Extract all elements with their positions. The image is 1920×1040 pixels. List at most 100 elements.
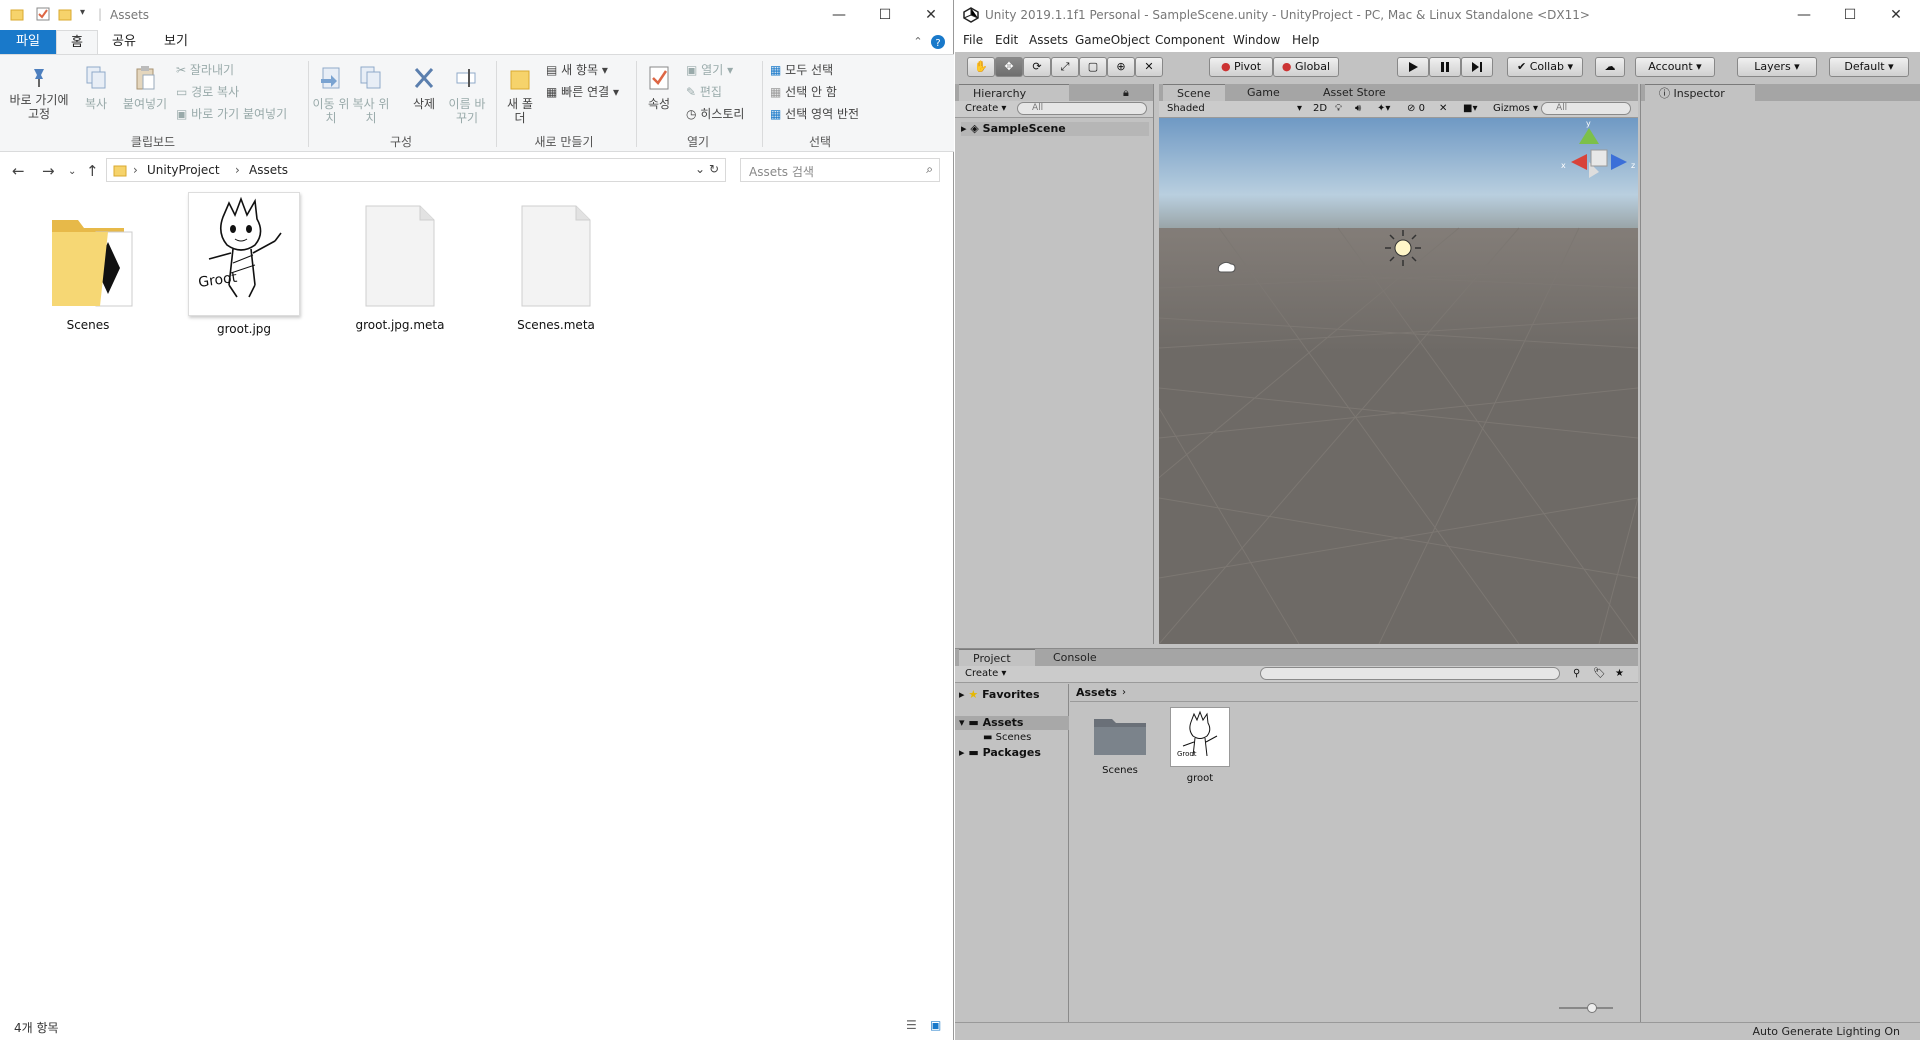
breadcrumb-assets[interactable]: Assets [249, 163, 288, 177]
menu-help[interactable]: Help [1292, 33, 1319, 47]
properties-button[interactable]: 속성 [642, 65, 676, 111]
favorite-star-icon[interactable]: ★ [1615, 666, 1624, 681]
select-none-button[interactable]: ▦ 선택 안 함 [770, 85, 837, 99]
tab-scene[interactable]: Scene [1163, 84, 1225, 101]
global-toggle[interactable]: ● Global [1273, 57, 1339, 77]
history-button[interactable]: ◷ 히스토리 [686, 107, 744, 121]
easy-access-button[interactable]: ▦ 빠른 연결 ▾ [546, 85, 619, 99]
hierarchy-create-dropdown[interactable]: Create ▾ [965, 101, 1006, 116]
tab-console[interactable]: Console [1039, 649, 1097, 666]
help-icon[interactable]: ? [930, 30, 948, 54]
grid-toggle-icon[interactable]: ✕ [1439, 101, 1447, 116]
rotate-tool-icon[interactable]: ⟳ [1023, 57, 1051, 77]
tab-share[interactable]: 공유 [102, 30, 146, 54]
edit-button[interactable]: ✎ 편집 [686, 85, 722, 99]
effects-toggle-icon[interactable]: ✦▾ [1377, 101, 1390, 116]
menu-assets[interactable]: Assets [1029, 33, 1068, 47]
address-dropdown-icon[interactable]: ⌄ [695, 162, 705, 176]
paste-button[interactable]: 붙여넣기 [118, 65, 172, 111]
pivot-toggle[interactable]: ● Pivot [1209, 57, 1273, 77]
tab-hierarchy[interactable]: Hierarchy [959, 84, 1069, 101]
project-asset-scenes[interactable]: Scenes [1085, 711, 1155, 778]
filter-type-icon[interactable]: ⚲ [1573, 666, 1580, 681]
tab-game[interactable]: Game [1233, 84, 1280, 101]
forward-arrow-icon[interactable]: → [42, 162, 55, 180]
maximize-button[interactable]: ☐ [862, 0, 908, 30]
copy-to-button[interactable]: 복사 위치 [352, 65, 390, 125]
hand-tool-icon[interactable]: ✋ [967, 57, 995, 77]
tab-asset-store[interactable]: Asset Store [1309, 84, 1386, 101]
tree-item-assets[interactable]: ▾ ▬ Assets [955, 716, 1069, 730]
move-to-button[interactable]: 이동 위치 [312, 65, 350, 125]
step-button[interactable] [1461, 57, 1493, 77]
project-create-dropdown[interactable]: Create ▾ [965, 666, 1006, 681]
pin-quick-access-button[interactable]: 바로 가기에 고정 [6, 65, 72, 121]
collapse-ribbon-icon[interactable]: ⌃ [910, 30, 926, 54]
cloud-services-icon[interactable]: ☁ [1595, 57, 1625, 77]
customize-chevron-icon[interactable]: ▾ [80, 7, 85, 18]
search-box[interactable]: Assets 검색 ⌕ [740, 158, 940, 182]
hierarchy-search-input[interactable]: All [1017, 102, 1147, 115]
favorites-item[interactable]: ▸ ★ Favorites [959, 688, 1040, 701]
scene-search-input[interactable]: All [1541, 102, 1631, 115]
select-all-button[interactable]: ▦ 모두 선택 [770, 63, 833, 77]
menu-gameobject[interactable]: GameObject [1075, 33, 1150, 47]
minimize-button[interactable]: — [816, 0, 862, 30]
rect-tool-icon[interactable]: ▢ [1079, 57, 1107, 77]
rename-button[interactable]: 이름 바꾸기 [446, 65, 488, 125]
tab-view[interactable]: 보기 [152, 30, 200, 54]
tab-project[interactable]: Project [959, 649, 1035, 666]
new-folder-quick-icon[interactable] [58, 7, 72, 21]
scene-viewport[interactable]: y x z [1159, 118, 1638, 644]
move-tool-icon[interactable]: ✥ [995, 57, 1023, 77]
menu-component[interactable]: Component [1155, 33, 1225, 47]
details-view-icon[interactable]: ☰ [906, 1018, 917, 1032]
icon-size-slider[interactable] [1559, 1003, 1613, 1013]
paste-shortcut-button[interactable]: ▣ 바로 가기 붙여넣기 [176, 107, 287, 121]
new-folder-button[interactable]: 새 폴더 [502, 65, 538, 125]
refresh-icon[interactable]: ↻ [709, 162, 719, 176]
slider-thumb[interactable] [1587, 1003, 1597, 1013]
file-item-scenes[interactable]: Scenes [28, 202, 148, 332]
properties-quick-icon[interactable] [36, 7, 50, 21]
layers-dropdown[interactable]: Layers ▾ [1737, 57, 1817, 77]
transform-tool-icon[interactable]: ⊕ [1107, 57, 1135, 77]
menu-edit[interactable]: Edit [995, 33, 1018, 47]
hidden-objects-toggle[interactable]: ⊘ 0 [1407, 101, 1425, 116]
pause-button[interactable] [1429, 57, 1461, 77]
menu-file[interactable]: File [963, 33, 983, 47]
menu-window[interactable]: Window [1233, 33, 1280, 47]
play-button[interactable] [1397, 57, 1429, 77]
open-button[interactable]: ▣ 열기 ▾ [686, 63, 733, 77]
scene-root-item[interactable]: ▸ ◈ SampleScene [961, 122, 1149, 136]
new-item-button[interactable]: ▤ 새 항목 ▾ [546, 63, 608, 77]
project-asset-groot[interactable]: Groot groot [1165, 707, 1235, 786]
camera-settings-icon[interactable]: ■▾ [1463, 101, 1477, 116]
expand-arrow-icon[interactable]: ▸ [961, 122, 970, 135]
tab-file[interactable]: 파일 [0, 30, 56, 54]
tab-home[interactable]: 홈 [56, 30, 98, 54]
tree-item-packages[interactable]: ▸ ▬ Packages [959, 746, 1041, 759]
tab-inspector[interactable]: ⓘ Inspector [1645, 84, 1755, 101]
mode-2d-toggle[interactable]: 2D [1307, 101, 1327, 116]
copy-path-button[interactable]: ▭ 경로 복사 [176, 85, 239, 99]
collab-dropdown[interactable]: ✔ Collab ▾ [1507, 57, 1583, 77]
tree-item-scenes[interactable]: ▬ Scenes [983, 730, 1031, 745]
large-icons-view-icon[interactable]: ▣ [930, 1018, 941, 1032]
close-button[interactable]: ✕ [908, 0, 954, 30]
maximize-button[interactable]: ☐ [1827, 0, 1873, 30]
lock-icon[interactable]: 🔒︎ [1123, 84, 1129, 101]
invert-selection-button[interactable]: ▦ 선택 영역 반전 [770, 107, 859, 121]
file-item-scenes-meta[interactable]: Scenes.meta [496, 202, 616, 332]
project-search-input[interactable] [1260, 667, 1560, 680]
gizmos-dropdown[interactable]: Gizmos ▾ [1493, 101, 1538, 116]
delete-button[interactable]: 삭제 [406, 65, 442, 111]
scale-tool-icon[interactable]: ⤢ [1051, 57, 1079, 77]
layout-dropdown[interactable]: Default ▾ [1829, 57, 1909, 77]
recent-chevron-icon[interactable]: ⌄ [68, 166, 76, 177]
minimize-button[interactable]: — [1781, 0, 1827, 30]
back-arrow-icon[interactable]: ← [12, 162, 25, 180]
breadcrumb-assets[interactable]: Assets [1076, 686, 1117, 699]
shading-mode-dropdown[interactable]: Shaded [1167, 101, 1205, 116]
custom-tool-icon[interactable]: ✕ [1135, 57, 1163, 77]
